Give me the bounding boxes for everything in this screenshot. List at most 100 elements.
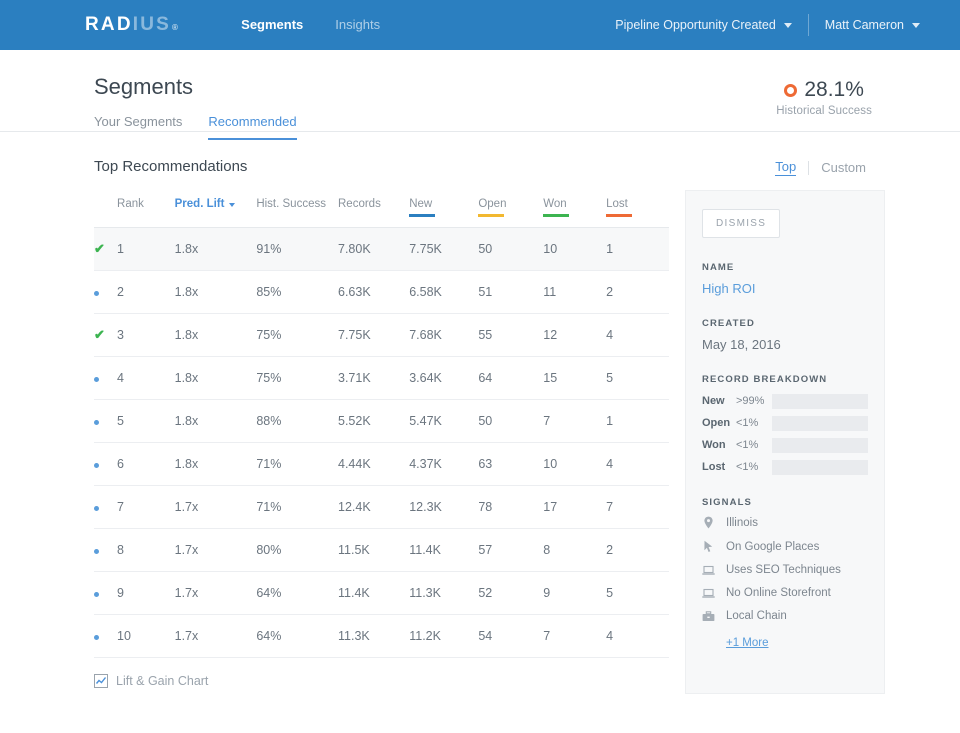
table-row[interactable]: 21.8x85%6.63K6.58K51112 — [94, 271, 669, 314]
column-header-lost[interactable]: Lost — [606, 190, 669, 228]
table-row[interactable]: ✔11.8x91%7.80K7.75K50101 — [94, 228, 669, 271]
table-row[interactable]: 61.8x71%4.44K4.37K63104 — [94, 443, 669, 486]
created-date-value: May 18, 2016 — [702, 337, 868, 352]
cell-lost: 5 — [606, 357, 669, 400]
historical-success-label: Historical Success — [776, 105, 872, 117]
column-rule-new — [409, 214, 435, 217]
cell-rank: 9 — [117, 572, 175, 615]
cell-new: 4.37K — [409, 443, 478, 486]
column-header-rank[interactable]: Rank — [117, 190, 175, 228]
cell-new: 11.3K — [409, 572, 478, 615]
row-check-icon: ✔ — [94, 228, 117, 271]
cell-records: 3.71K — [338, 357, 409, 400]
cell-records: 4.44K — [338, 443, 409, 486]
cell-open: 57 — [478, 529, 543, 572]
table-body: ✔11.8x91%7.80K7.75K5010121.8x85%6.63K6.5… — [94, 228, 669, 658]
cell-lift: 1.8x — [175, 400, 257, 443]
column-header-records[interactable]: Records — [338, 190, 409, 228]
cell-lost: 2 — [606, 271, 669, 314]
signal-row: No Online Storefront — [702, 587, 868, 599]
segment-detail-panel: DISMISS NAME High ROI CREATED May 18, 20… — [685, 190, 885, 694]
nav-link-insights[interactable]: Insights — [319, 0, 396, 50]
cell-new: 7.75K — [409, 228, 478, 271]
cell-lift: 1.7x — [175, 529, 257, 572]
lift-gain-chart-link[interactable]: Lift & Gain Chart — [94, 674, 669, 688]
cell-lift: 1.7x — [175, 572, 257, 615]
cell-open: 51 — [478, 271, 543, 314]
panels-row: Rank Pred. Lift Hist. Success Records Ne — [94, 190, 866, 694]
cell-new: 11.4K — [409, 529, 478, 572]
breakdown-percent: <1% — [736, 461, 772, 473]
table-row[interactable]: 51.8x88%5.52K5.47K5071 — [94, 400, 669, 443]
table-header-row: Rank Pred. Lift Hist. Success Records Ne — [94, 190, 669, 228]
cell-lift: 1.8x — [175, 228, 257, 271]
main-nav-links: Segments Insights — [225, 0, 396, 50]
column-header-new[interactable]: New — [409, 190, 478, 228]
dismiss-button[interactable]: DISMISS — [702, 209, 780, 238]
signals-list: IllinoisOn Google PlacesUses SEO Techniq… — [702, 516, 868, 622]
row-dot-icon — [94, 486, 117, 529]
name-field-label: NAME — [702, 262, 868, 273]
column-header-open[interactable]: Open — [478, 190, 543, 228]
column-header-won[interactable]: Won — [543, 190, 606, 228]
table-row[interactable]: 81.7x80%11.5K11.4K5782 — [94, 529, 669, 572]
cell-lost: 5 — [606, 572, 669, 615]
cell-lost: 7 — [606, 486, 669, 529]
cell-records: 11.5K — [338, 529, 409, 572]
column-rule-won — [543, 214, 569, 217]
cell-open: 55 — [478, 314, 543, 357]
cursor-pointer-icon — [702, 540, 715, 553]
pipeline-selector[interactable]: Pipeline Opportunity Created — [599, 18, 808, 32]
column-header-hist-success[interactable]: Hist. Success — [256, 190, 338, 228]
chevron-down-icon — [912, 23, 920, 28]
cell-rank: 8 — [117, 529, 175, 572]
cell-rank: 3 — [117, 314, 175, 357]
table-row[interactable]: 91.7x64%11.4K11.3K5295 — [94, 572, 669, 615]
cell-open: 54 — [478, 615, 543, 658]
cell-lost: 4 — [606, 615, 669, 658]
cell-won: 17 — [543, 486, 606, 529]
cell-won: 7 — [543, 615, 606, 658]
row-dot-icon — [94, 271, 117, 314]
signals-label: SIGNALS — [702, 497, 868, 508]
table-row[interactable]: 41.8x75%3.71K3.64K64155 — [94, 357, 669, 400]
column-header-pred-lift[interactable]: Pred. Lift — [175, 190, 257, 228]
laptop-icon — [702, 588, 715, 599]
logo-text-solid: RAD — [85, 14, 133, 36]
view-option-custom[interactable]: Custom — [821, 160, 866, 175]
view-toggle: Top Custom — [775, 159, 866, 176]
cell-lift: 1.7x — [175, 486, 257, 529]
cell-hist: 75% — [256, 357, 338, 400]
recommendations-table: Rank Pred. Lift Hist. Success Records Ne — [94, 190, 669, 658]
segment-name-link[interactable]: High ROI — [702, 281, 868, 296]
record-breakdown-list: New>99%Open<1%Won<1%Lost<1% — [702, 393, 868, 475]
cell-hist: 64% — [256, 615, 338, 658]
table-row[interactable]: 101.7x64%11.3K11.2K5474 — [94, 615, 669, 658]
view-option-top[interactable]: Top — [775, 159, 796, 176]
cell-lost: 1 — [606, 400, 669, 443]
cell-rank: 4 — [117, 357, 175, 400]
radius-logo[interactable]: RADIUS® — [85, 14, 180, 36]
user-menu[interactable]: Matt Cameron — [809, 18, 936, 32]
signals-more-link[interactable]: +1 More — [726, 637, 769, 649]
nav-link-segments[interactable]: Segments — [225, 0, 319, 50]
breakdown-percent: <1% — [736, 439, 772, 451]
signal-row: Illinois — [702, 516, 868, 529]
cell-lost: 1 — [606, 228, 669, 271]
column-header-lost-label: Lost — [606, 198, 628, 210]
table-row[interactable]: 71.7x71%12.4K12.3K78177 — [94, 486, 669, 529]
cell-lift: 1.7x — [175, 615, 257, 658]
signal-row: Local Chain — [702, 610, 868, 622]
breakdown-percent: >99% — [736, 395, 772, 407]
cell-open: 78 — [478, 486, 543, 529]
cell-hist: 75% — [256, 314, 338, 357]
table-row[interactable]: ✔31.8x75%7.75K7.68K55124 — [94, 314, 669, 357]
row-dot-icon — [94, 572, 117, 615]
cell-records: 7.80K — [338, 228, 409, 271]
created-field-label: CREATED — [702, 318, 868, 329]
column-header-won-label: Won — [543, 198, 566, 210]
chevron-down-icon — [784, 23, 792, 28]
cell-lift: 1.8x — [175, 314, 257, 357]
record-breakdown-block: RECORD BREAKDOWN New>99%Open<1%Won<1%Los… — [702, 374, 868, 475]
historical-success-value: 28.1% — [804, 78, 864, 102]
